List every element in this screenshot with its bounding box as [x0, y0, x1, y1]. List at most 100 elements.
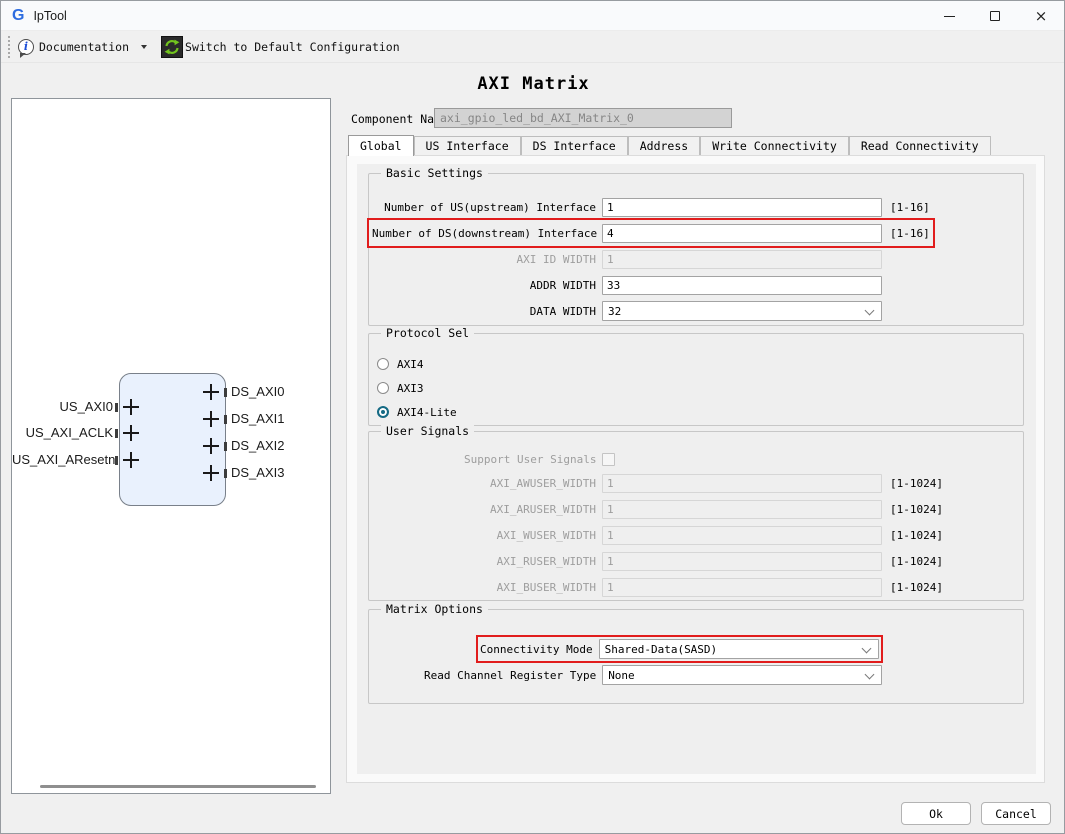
dropdown-value: Shared-Data(SASD) [604, 642, 718, 656]
matrix-options-group: Matrix Options Connectivity Mode Shared-… [368, 602, 1024, 704]
expand-port-icon[interactable] [123, 399, 139, 415]
connectivity-mode-highlight: Connectivity Mode Shared-Data(SASD) [476, 635, 883, 663]
field-label: AXI_BUSER_WIDTH [496, 580, 596, 594]
block-diagram-canvas[interactable]: US_AXI0 US_AXI_ACLK US_AXI_AResetn DS_AX… [11, 98, 331, 794]
ok-button[interactable]: Ok [901, 802, 971, 825]
maximize-icon [990, 11, 1000, 21]
radio-selected-icon[interactable] [377, 406, 389, 418]
data-width-dropdown[interactable]: 32 [602, 301, 882, 321]
tab-global[interactable]: Global [348, 135, 414, 156]
footer-actions: Ok Cancel [901, 802, 1051, 825]
port-pin-icon [224, 415, 227, 424]
range-hint: [1-1024] [890, 554, 943, 568]
addr-width-input[interactable] [602, 275, 882, 295]
field-label: AXI ID WIDTH [516, 252, 596, 266]
switch-default-config-button[interactable]: Switch to Default Configuration [161, 35, 400, 58]
tab-write-connectivity[interactable]: Write Connectivity [700, 136, 849, 155]
us-interface-count-input[interactable] [602, 197, 882, 217]
horizontal-scrollbar[interactable] [40, 785, 316, 788]
dropdown-value: 32 [608, 304, 622, 318]
port-pin-icon [115, 429, 118, 438]
tab-address[interactable]: Address [627, 136, 701, 155]
expand-port-icon[interactable] [123, 425, 139, 441]
field-label: Connectivity Mode [480, 642, 593, 656]
close-button[interactable]: × [1018, 1, 1064, 31]
radio-icon[interactable] [377, 358, 389, 370]
expand-port-icon[interactable] [203, 411, 219, 427]
tab-ds-interface[interactable]: DS Interface [520, 136, 628, 155]
app-window: G IpTool × i Documentation Switch to Def… [0, 0, 1065, 834]
field-label: ADDR WIDTH [529, 278, 596, 292]
radio-row-axi4-lite[interactable]: AXI4-Lite [369, 400, 1023, 424]
form-row-read-channel-register-type: Read Channel Register Type None [369, 662, 1023, 688]
form-row-axi-id-width: AXI ID WIDTH [369, 246, 885, 272]
global-tab-panel: Basic Settings Number of US(upstream) In… [346, 155, 1045, 783]
radio-row-axi4[interactable]: AXI4 [369, 352, 1023, 376]
protocol-sel-group: Protocol Sel AXI4 AXI3 AXI4-Lite [368, 326, 1024, 426]
group-title: Basic Settings [381, 166, 488, 180]
port-label-ds-axi0: DS_AXI0 [231, 384, 285, 399]
form-row-awuser-width: AXI_AWUSER_WIDTH [1-1024] [369, 470, 946, 496]
ds-interface-count-input[interactable] [602, 223, 882, 243]
port-label-ds-axi2: DS_AXI2 [231, 438, 285, 453]
field-label: Number of DS(downstream) Interface [372, 226, 598, 240]
checkbox-label: Support User Signals [464, 452, 597, 466]
radio-row-axi3[interactable]: AXI3 [369, 376, 1023, 400]
field-label: AXI_AWUSER_WIDTH [490, 476, 596, 490]
radio-label: AXI4 [397, 357, 424, 371]
range-hint: [1-1024] [890, 476, 943, 490]
minimize-icon [943, 15, 955, 17]
tab-us-interface[interactable]: US Interface [413, 136, 521, 155]
chevron-down-icon [864, 305, 875, 316]
refresh-icon [161, 35, 184, 58]
port-pin-icon [115, 456, 118, 465]
documentation-button[interactable]: i Documentation [18, 38, 148, 58]
group-title: User Signals [381, 424, 475, 438]
global-tab-content: Basic Settings Number of US(upstream) In… [357, 164, 1036, 774]
field-label: DATA WIDTH [529, 304, 596, 318]
port-pin-icon [115, 403, 118, 412]
maximize-button[interactable] [972, 1, 1018, 31]
wuser-width-input [602, 525, 882, 545]
expand-port-icon[interactable] [123, 452, 139, 468]
range-hint: [1-1024] [890, 502, 943, 516]
user-signals-group: User Signals Support User Signals AXI_AW… [368, 424, 1024, 601]
aruser-width-input [602, 499, 882, 519]
field-label: AXI_RUSER_WIDTH [496, 554, 596, 568]
radio-icon[interactable] [377, 382, 389, 394]
chevron-down-icon [864, 669, 875, 680]
form-row-us-interface: Number of US(upstream) Interface [1-16] [369, 194, 933, 220]
close-icon: × [1034, 6, 1048, 25]
toolbar-grip[interactable] [8, 35, 10, 58]
port-label-us-axi-aclk: US_AXI_ACLK [25, 425, 113, 440]
range-hint: [1-1024] [890, 528, 943, 542]
ruser-width-input [602, 551, 882, 571]
port-pin-icon [224, 469, 227, 478]
read-channel-register-type-dropdown[interactable]: None [602, 665, 883, 685]
cancel-button[interactable]: Cancel [981, 802, 1051, 825]
tab-read-connectivity[interactable]: Read Connectivity [848, 136, 991, 155]
field-label: AXI_ARUSER_WIDTH [490, 502, 596, 516]
range-hint: [1-16] [890, 200, 930, 214]
expand-port-icon[interactable] [203, 438, 219, 454]
form-row-aruser-width: AXI_ARUSER_WIDTH [1-1024] [369, 496, 946, 522]
connectivity-mode-dropdown[interactable]: Shared-Data(SASD) [598, 639, 879, 659]
expand-port-icon[interactable] [203, 384, 219, 400]
radio-label: AXI3 [397, 381, 424, 395]
port-pin-icon [224, 388, 227, 397]
field-label: Read Channel Register Type [424, 668, 597, 682]
app-logo-icon: G [12, 6, 25, 24]
component-name-input [434, 108, 732, 128]
form-row-buser-width: AXI_BUSER_WIDTH [1-1024] [369, 574, 946, 600]
port-pin-icon [224, 442, 227, 451]
port-label-ds-axi3: DS_AXI3 [231, 465, 285, 480]
minimize-button[interactable] [926, 1, 972, 31]
group-title: Protocol Sel [381, 326, 475, 340]
form-row-ds-interface-highlighted: Number of DS(downstream) Interface [1-16… [367, 218, 935, 248]
range-hint: [1-16] [890, 226, 930, 240]
port-label-us-axi0: US_AXI0 [59, 399, 113, 414]
form-row-data-width: DATA WIDTH 32 [369, 298, 885, 324]
expand-port-icon[interactable] [203, 465, 219, 481]
radio-label: AXI4-Lite [397, 405, 457, 419]
chevron-down-icon[interactable] [141, 44, 148, 49]
